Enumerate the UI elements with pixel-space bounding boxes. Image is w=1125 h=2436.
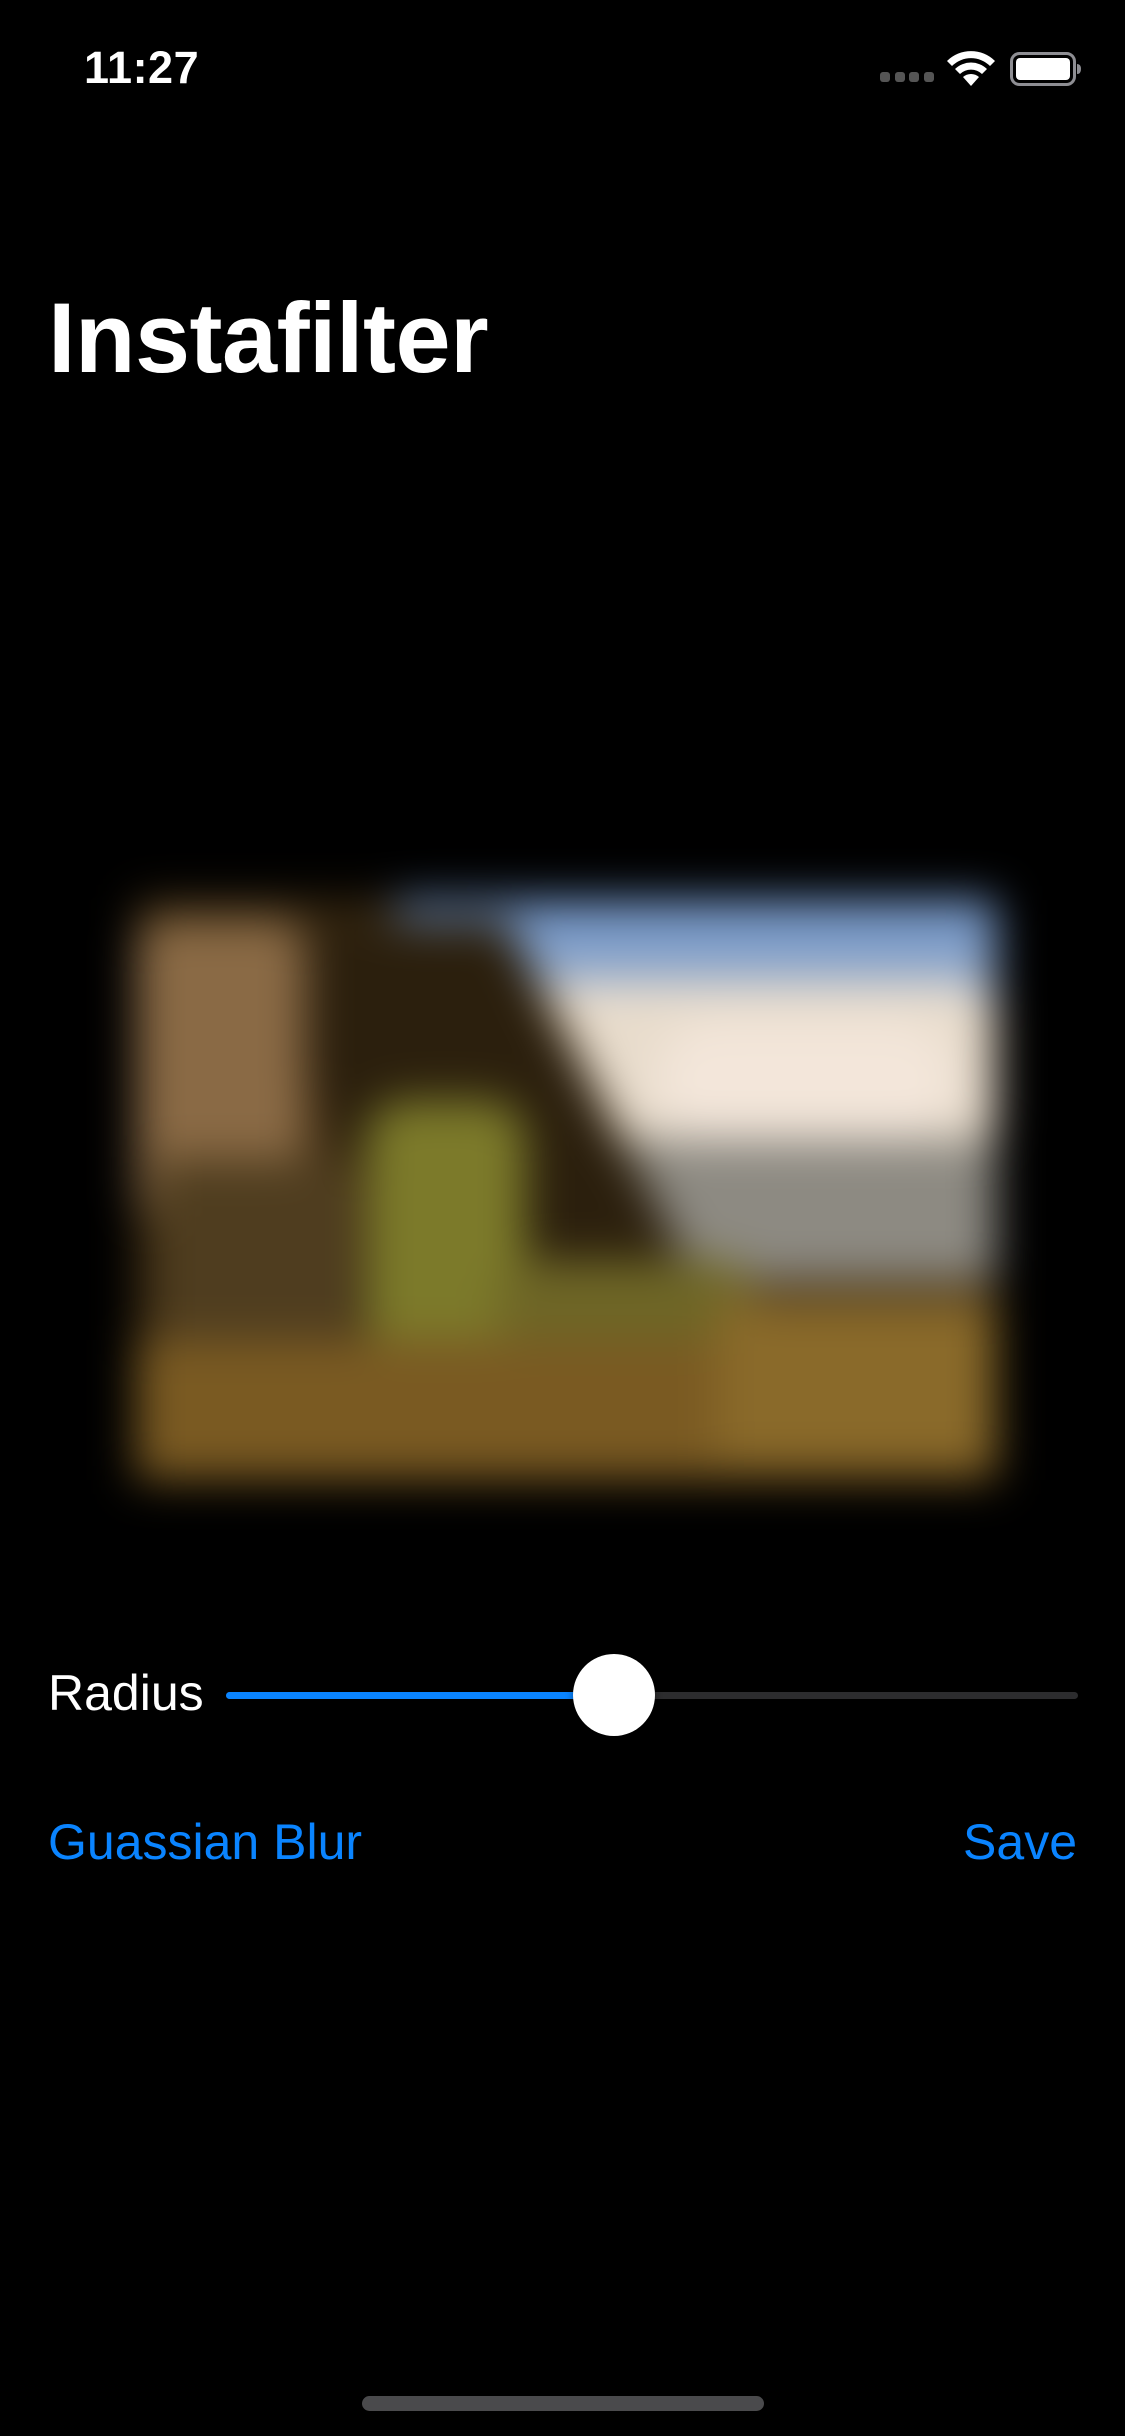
page-title: Instafilter xyxy=(48,282,489,393)
signal-dot xyxy=(923,72,934,82)
radius-slider[interactable] xyxy=(226,1654,1078,1736)
filtered-photo[interactable] xyxy=(96,860,1026,1520)
status-time: 11:27 xyxy=(84,42,200,93)
slider-fill xyxy=(226,1692,614,1699)
save-button[interactable]: Save xyxy=(963,1812,1077,1872)
photo-content xyxy=(136,900,996,1480)
battery-icon xyxy=(1010,52,1081,86)
radius-label: Radius xyxy=(48,1665,204,1721)
cellular-signal-icon xyxy=(880,70,934,82)
signal-dot xyxy=(909,72,920,82)
change-filter-button[interactable]: Guassian Blur xyxy=(48,1812,362,1872)
home-indicator[interactable] xyxy=(362,2396,764,2411)
slider-thumb[interactable] xyxy=(572,1654,655,1736)
wifi-icon xyxy=(947,51,995,86)
signal-dot xyxy=(894,72,905,82)
signal-dot xyxy=(880,72,890,82)
